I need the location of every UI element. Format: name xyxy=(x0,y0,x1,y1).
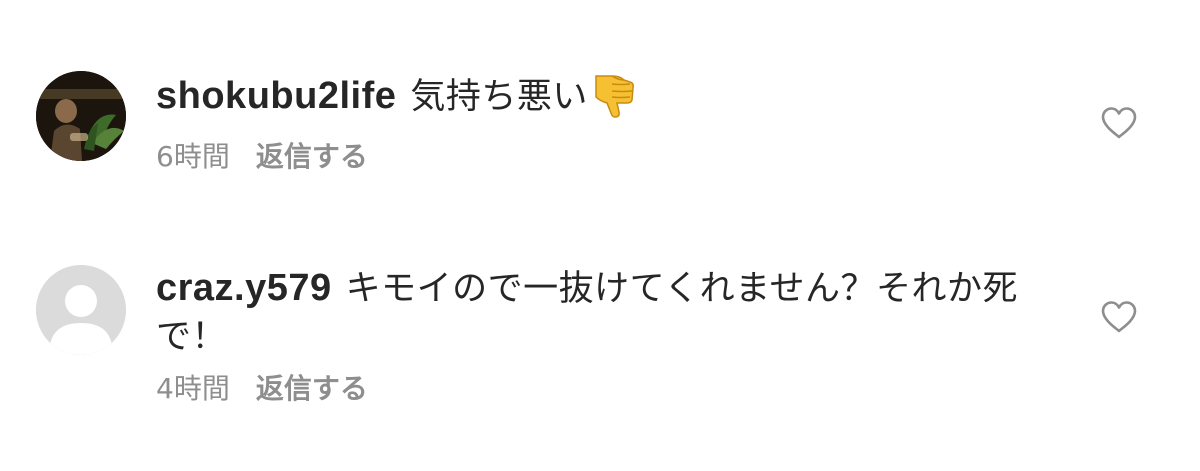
comment-timestamp: 6時間 xyxy=(156,140,230,173)
heart-icon xyxy=(1101,301,1137,333)
comment-meta: 4時間 返信する xyxy=(156,372,368,406)
comment-item: craz.y579 キモイので一抜けてくれません？それか死で！ 4時間 返信する xyxy=(0,262,1200,432)
comment-username[interactable]: shokubu2life xyxy=(156,75,396,117)
thumbs-down-icon xyxy=(590,70,636,131)
like-button[interactable] xyxy=(1100,300,1138,334)
comment-timestamp: 4時間 xyxy=(156,372,230,405)
comment-meta: 6時間 返信する xyxy=(156,140,368,174)
profile-photo-image xyxy=(36,71,126,161)
comment-item: shokubu2life 気持ち悪い 6時間 返信する xyxy=(0,60,1200,220)
default-avatar-icon xyxy=(36,265,126,355)
comment-text: 気持ち悪い xyxy=(410,77,588,117)
avatar[interactable] xyxy=(36,71,126,161)
comment-username[interactable]: craz.y579 xyxy=(156,267,332,309)
comment-body: craz.y579 キモイので一抜けてくれません？それか死で！ xyxy=(156,264,1036,361)
like-button[interactable] xyxy=(1100,106,1138,140)
reply-button[interactable]: 返信する xyxy=(256,140,368,173)
reply-button[interactable]: 返信する xyxy=(256,372,368,405)
comment-body: shokubu2life 気持ち悪い xyxy=(156,70,1036,131)
heart-icon xyxy=(1101,107,1137,139)
avatar[interactable] xyxy=(36,265,126,355)
